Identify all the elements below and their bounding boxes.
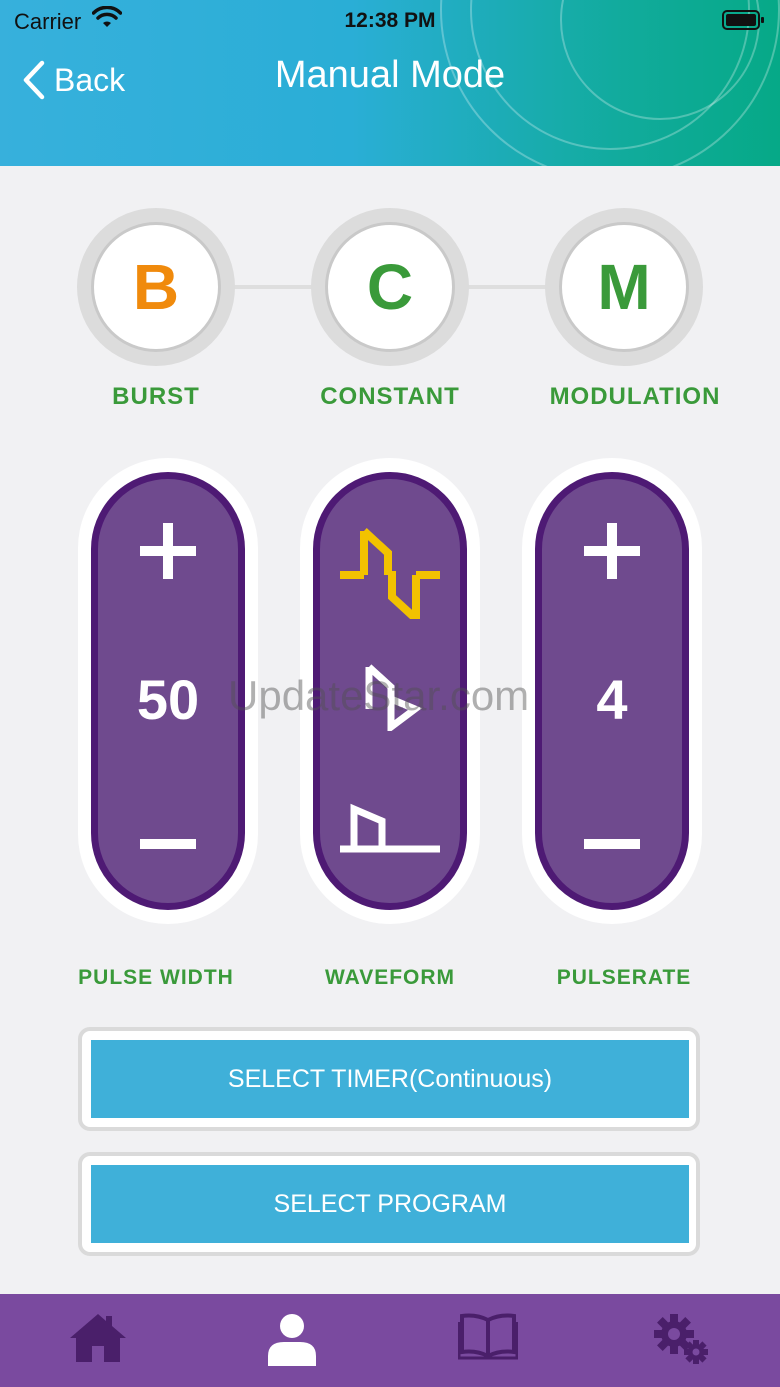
battery-icon <box>722 9 766 37</box>
plus-icon <box>584 523 640 579</box>
mode-burst-button[interactable]: B <box>77 208 235 366</box>
home-icon <box>70 1314 126 1362</box>
mode-modulation-button[interactable]: M <box>545 208 703 366</box>
pulserate-control: 4 <box>522 458 702 924</box>
watermark: UpdateStar.com <box>228 672 530 719</box>
navigation-header: Carrier 12:38 PM Back Manual Mode <box>0 0 780 166</box>
tab-profile[interactable] <box>262 1312 322 1368</box>
status-time: 12:38 PM <box>344 9 436 32</box>
settings-icon <box>654 1314 708 1364</box>
book-icon <box>458 1313 518 1360</box>
select-timer-frame: SELECT TIMER(Continuous) <box>78 1027 700 1131</box>
plus-icon <box>140 523 196 579</box>
pulserate-value: 4 <box>596 668 628 731</box>
mode-burst-label: BURST <box>112 383 200 410</box>
waveform-square-icon <box>340 803 440 853</box>
mode-constant-letter: C <box>325 222 455 352</box>
select-program-frame: SELECT PROGRAM <box>78 1152 700 1256</box>
pulse-width-label: PULSE WIDTH <box>78 966 234 989</box>
pulse-width-decrease-button[interactable] <box>98 837 238 851</box>
select-timer-button[interactable]: SELECT TIMER(Continuous) <box>91 1040 689 1118</box>
pulserate-decrease-button[interactable] <box>542 837 682 851</box>
pulse-width-value: 50 <box>136 668 200 731</box>
mode-constant-label: CONSTANT <box>320 383 460 410</box>
minus-icon <box>140 839 196 849</box>
pulserate-pill: 4 <box>535 472 689 910</box>
tab-home[interactable] <box>68 1312 128 1368</box>
mode-modulation-letter: M <box>559 222 689 352</box>
waveform-biphasic-option[interactable] <box>320 523 460 619</box>
minus-icon <box>584 839 640 849</box>
mode-burst-letter: B <box>91 222 221 352</box>
mode-modulation-label: MODULATION <box>549 383 721 410</box>
mode-constant-button[interactable]: C <box>311 208 469 366</box>
waveform-square-option[interactable] <box>320 795 460 855</box>
pulserate-label: PULSERATE <box>556 966 692 989</box>
pulse-width-pill: 50 <box>91 472 245 910</box>
user-icon <box>268 1314 316 1366</box>
waveform-biphasic-icon <box>340 528 440 619</box>
pulserate-increase-button[interactable] <box>542 521 682 581</box>
tab-bar <box>0 1294 780 1387</box>
status-bar: Carrier 12:38 PM <box>0 0 780 40</box>
pulse-width-increase-button[interactable] <box>98 521 238 581</box>
tab-guide[interactable] <box>458 1312 518 1368</box>
waveform-label: WAVEFORM <box>324 966 456 989</box>
tab-settings[interactable] <box>652 1312 712 1368</box>
select-program-button[interactable]: SELECT PROGRAM <box>91 1165 689 1243</box>
page-title: Manual Mode <box>274 54 506 96</box>
